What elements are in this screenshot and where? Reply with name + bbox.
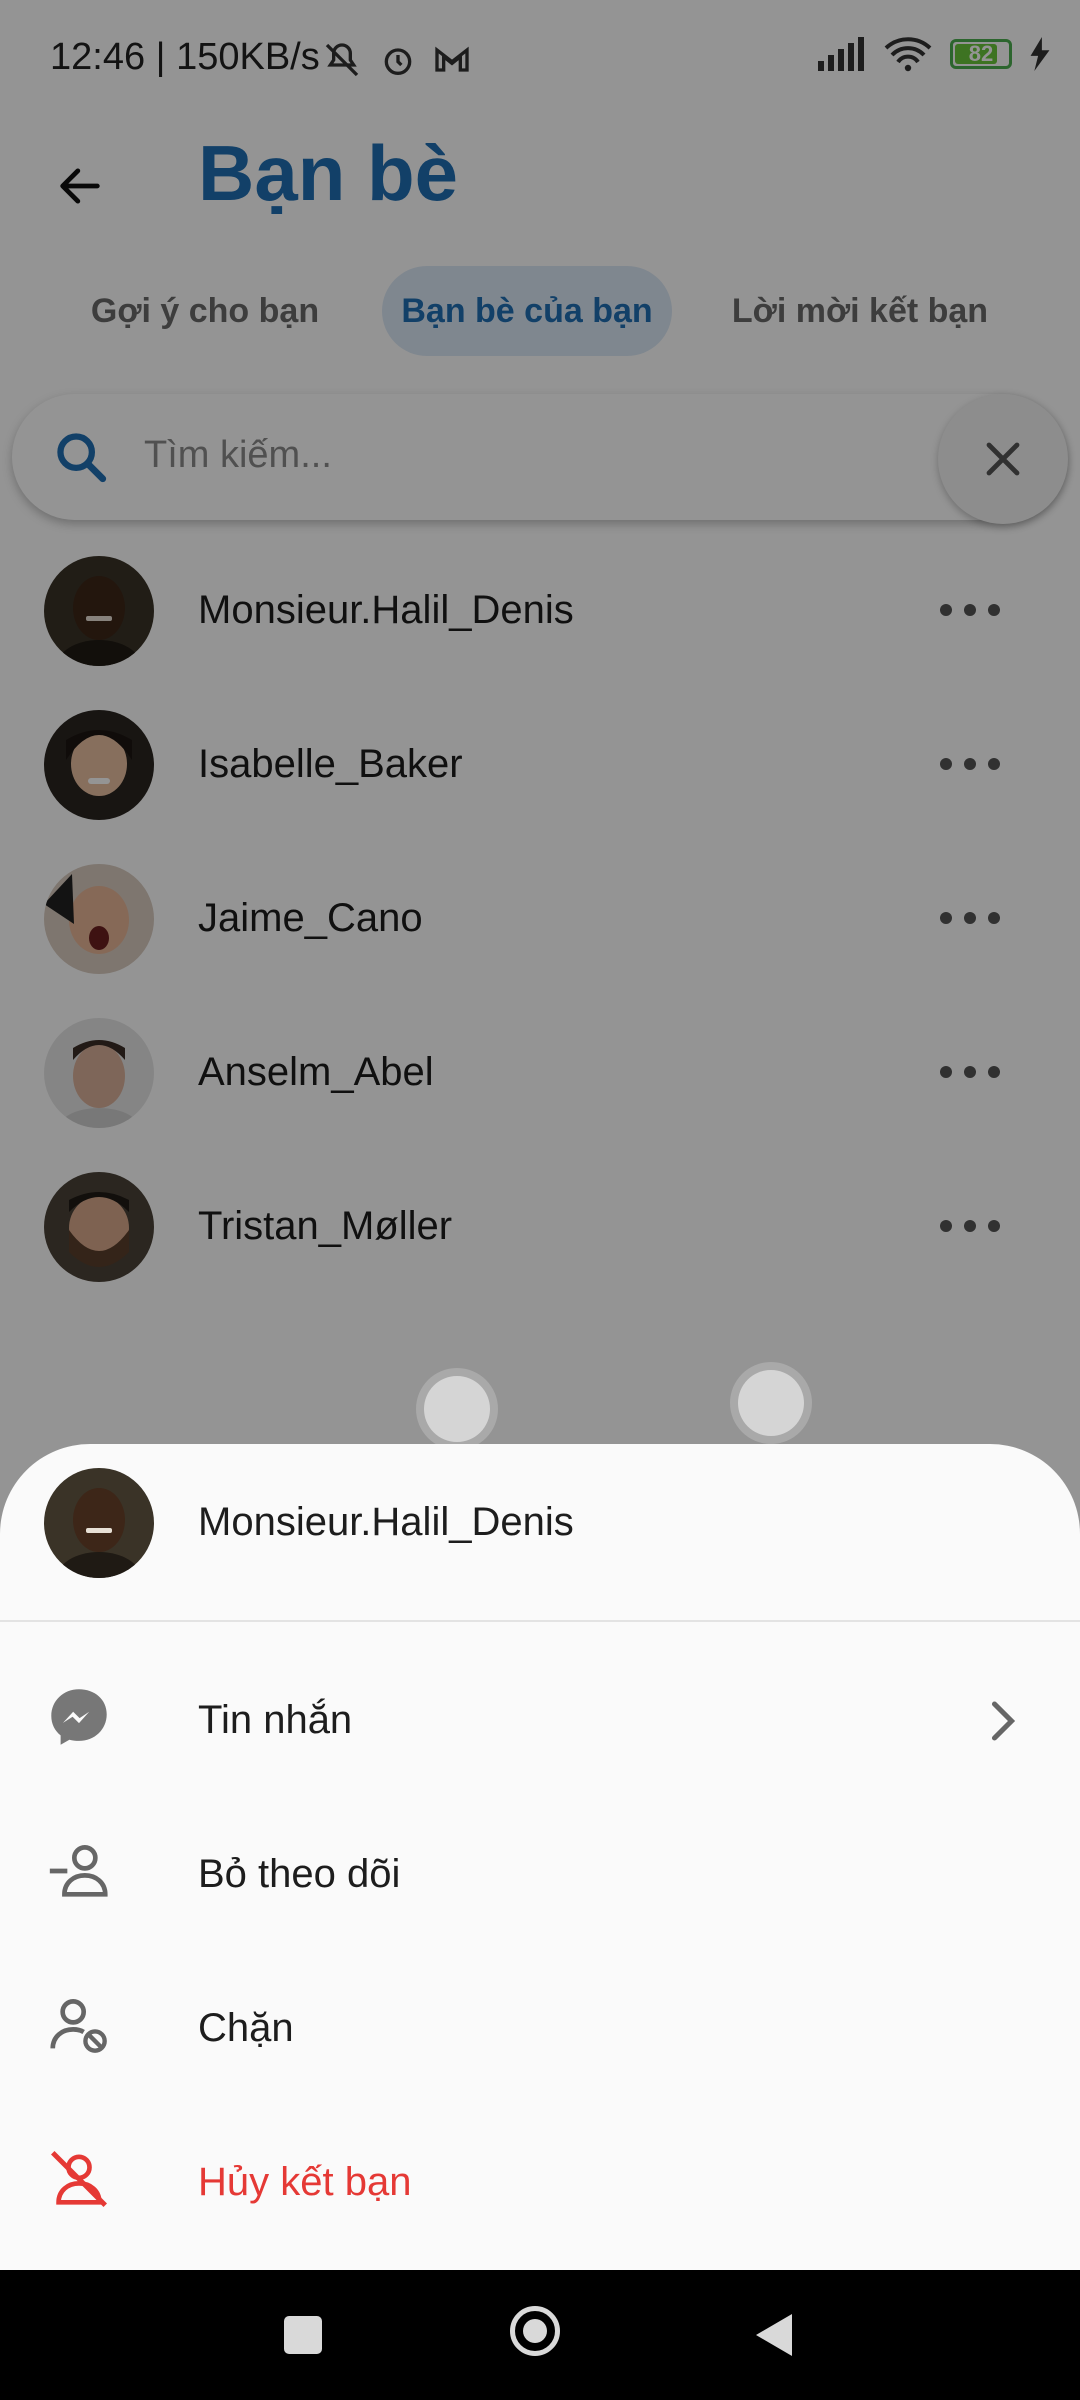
divider [0,1620,1080,1622]
bottom-sheet: Monsieur.Halil_Denis Tin nhắn Bỏ theo dõ… [0,1444,1080,2270]
back-nav-button[interactable] [752,2312,794,2358]
block-option[interactable]: Chặn [0,1952,1080,2106]
unfollow-label: Bỏ theo dõi [198,1852,401,1896]
message-option[interactable]: Tin nhắn [0,1644,1080,1798]
floating-bubble [738,1370,804,1436]
home-button[interactable] [510,2306,560,2356]
recents-button[interactable] [284,2316,322,2354]
chevron-right-icon [991,1701,1016,1741]
block-label: Chặn [198,2006,294,2050]
unfriend-icon [50,2150,108,2208]
unfriend-option[interactable]: Hủy kết bạn [0,2106,1080,2260]
unfollow-icon [49,1845,108,1897]
message-label: Tin nhắn [198,1698,353,1742]
sheet-user-name: Monsieur.Halil_Denis [198,1500,574,1544]
floating-bubble [424,1376,490,1442]
avatar [44,1468,154,1578]
unfollow-option[interactable]: Bỏ theo dõi [0,1798,1080,1952]
block-user-icon [50,1999,107,2053]
system-nav-bar [0,2270,1080,2400]
unfriend-label: Hủy kết bạn [198,2160,412,2204]
messenger-icon [51,1689,107,1745]
